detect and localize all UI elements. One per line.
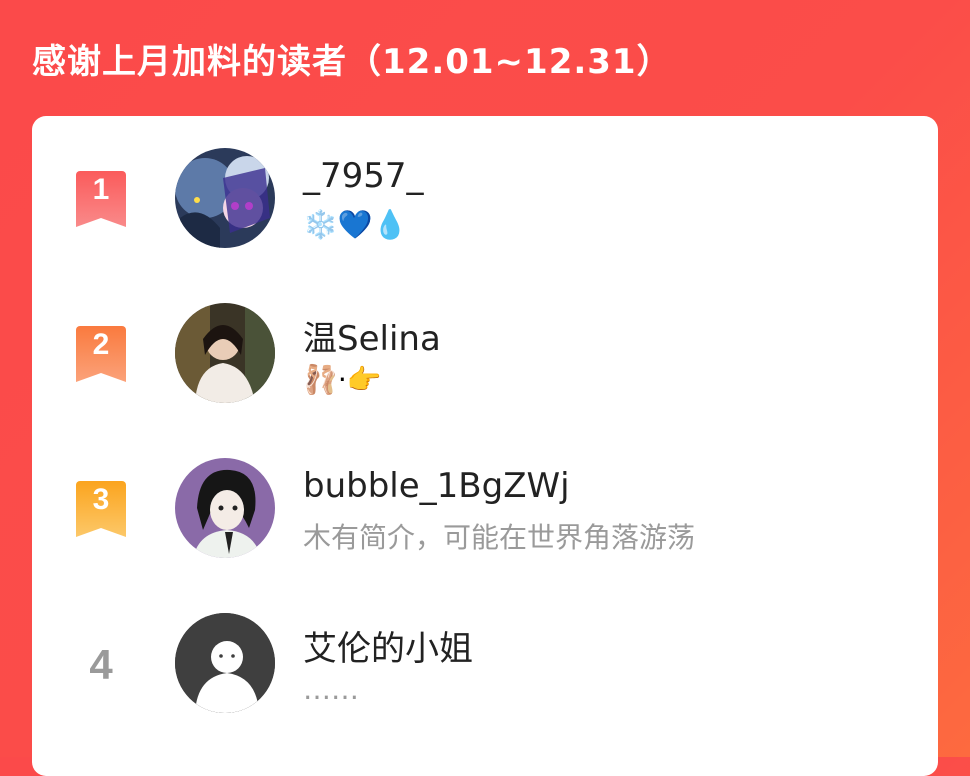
reader-row[interactable]: 3 bubble_1BgZWj 木有简介，可能在世界角落游荡 xyxy=(32,436,938,576)
reader-row[interactable]: 4 艾伦的小姐 …… xyxy=(32,591,938,731)
default-avatar-icon[interactable] xyxy=(175,613,275,713)
reader-row[interactable]: 2 温Selina 🩰·👉 xyxy=(32,281,938,421)
reader-list: 1 _7957_ ❄️💙💧 2 温Selina 🩰·👉 3 bubble_1Bg… xyxy=(32,116,938,776)
reader-row[interactable]: 1 _7957_ ❄️💙💧 xyxy=(32,126,938,266)
rank-number: 4 xyxy=(89,641,113,688)
rank-badge: 3 xyxy=(76,481,126,537)
page-title: 感谢上月加料的读者（12.01~12.31） xyxy=(32,42,672,82)
rank-badge: 1 xyxy=(76,171,126,227)
rank-badge: 2 xyxy=(76,326,126,382)
rank-number: 3 xyxy=(92,483,110,516)
reader-name[interactable]: 温Selina xyxy=(303,311,441,360)
rank-number: 1 xyxy=(92,173,110,206)
reader-name[interactable]: 艾伦的小姐 xyxy=(303,621,473,670)
reader-name[interactable]: _7957_ xyxy=(303,156,424,196)
reader-name[interactable]: bubble_1BgZWj xyxy=(303,466,570,506)
anime-avatar-icon[interactable] xyxy=(175,148,275,248)
reader-bio: …… xyxy=(303,673,359,706)
reader-bio: 🩰·👉 xyxy=(303,363,382,396)
rank-number: 2 xyxy=(92,328,110,361)
photo-avatar-icon[interactable] xyxy=(175,303,275,403)
reader-bio: 木有简介，可能在世界角落游荡 xyxy=(303,521,696,554)
reader-bio: ❄️💙💧 xyxy=(303,208,408,241)
illustration-avatar-icon[interactable] xyxy=(175,458,275,558)
